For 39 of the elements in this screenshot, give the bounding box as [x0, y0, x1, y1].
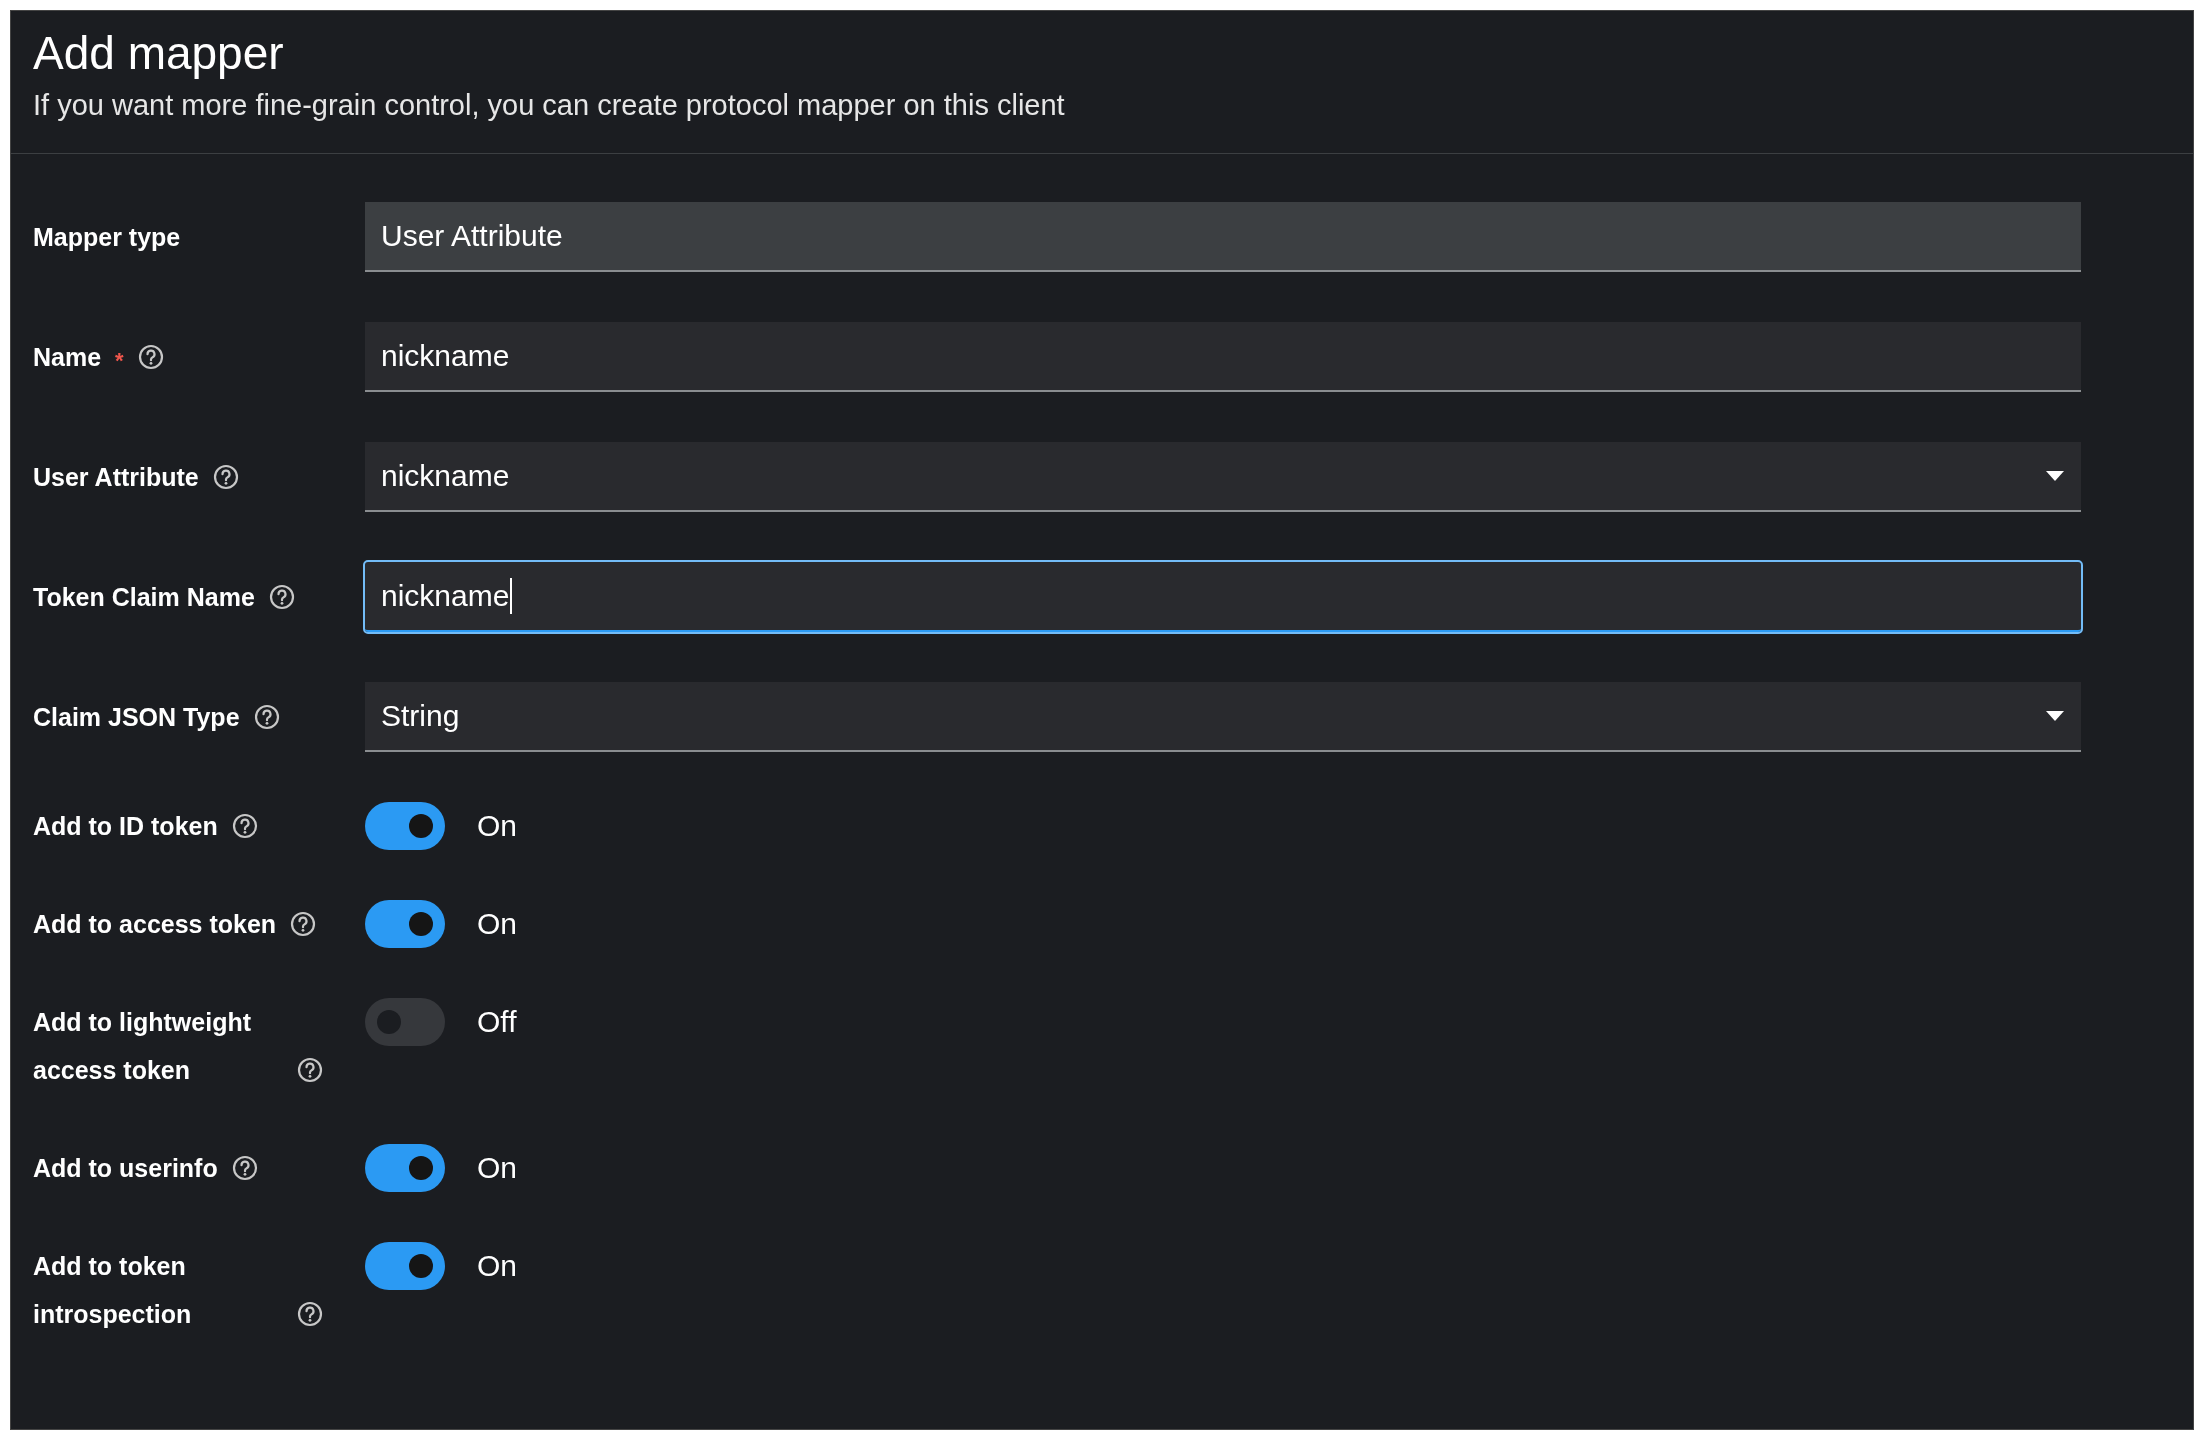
toggle-label: Add to lightweight access token — [33, 1007, 252, 1086]
help-icon[interactable] — [297, 1057, 323, 1083]
toggle-switch[interactable] — [365, 1144, 445, 1192]
toggle-label: Add to ID token — [33, 811, 218, 842]
input-field[interactable]: nickname — [365, 322, 2081, 392]
field-label: Claim JSON Type — [33, 702, 240, 733]
toggle-state: On — [477, 1150, 518, 1186]
toggle-switch[interactable] — [365, 998, 445, 1046]
caret-icon — [2045, 710, 2065, 722]
toggle-state: On — [477, 906, 518, 942]
field-label: Mapper type — [33, 222, 181, 253]
page-subtitle: If you want more fine-grain control, you can create protocol mapper on this client — [33, 88, 1066, 123]
input-field[interactable]: nickname — [365, 562, 2081, 632]
field-label: User Attribute — [33, 462, 199, 493]
toggle-state: On — [477, 808, 518, 844]
help-icon[interactable] — [268, 584, 295, 610]
field-label: Name — [33, 342, 102, 373]
help-icon[interactable] — [231, 1155, 258, 1181]
toggle-switch[interactable] — [365, 900, 445, 948]
toggle-state: Off — [477, 1004, 517, 1040]
help-icon[interactable] — [253, 704, 280, 730]
help-icon[interactable] — [290, 911, 317, 937]
toggle-label: Add to userinfo — [33, 1153, 218, 1184]
toggle-label: Add to token introspection — [33, 1251, 193, 1330]
input-field[interactable]: User Attribute — [365, 202, 2081, 272]
help-icon[interactable] — [212, 464, 239, 490]
page-title: Add mapper — [33, 26, 285, 81]
select-field[interactable]: String — [365, 682, 2081, 752]
toggle-switch[interactable] — [365, 802, 445, 850]
toggle-label: Add to access token — [33, 909, 277, 940]
caret-icon — [2045, 470, 2065, 482]
help-icon[interactable] — [231, 813, 258, 839]
select-field[interactable]: nickname — [365, 442, 2081, 512]
toggle-switch[interactable] — [365, 1242, 445, 1290]
toggle-state: On — [477, 1248, 518, 1284]
field-label: Token Claim Name — [33, 582, 255, 613]
help-icon[interactable] — [137, 344, 164, 370]
required-mark: * — [115, 347, 124, 375]
help-icon[interactable] — [297, 1301, 323, 1327]
